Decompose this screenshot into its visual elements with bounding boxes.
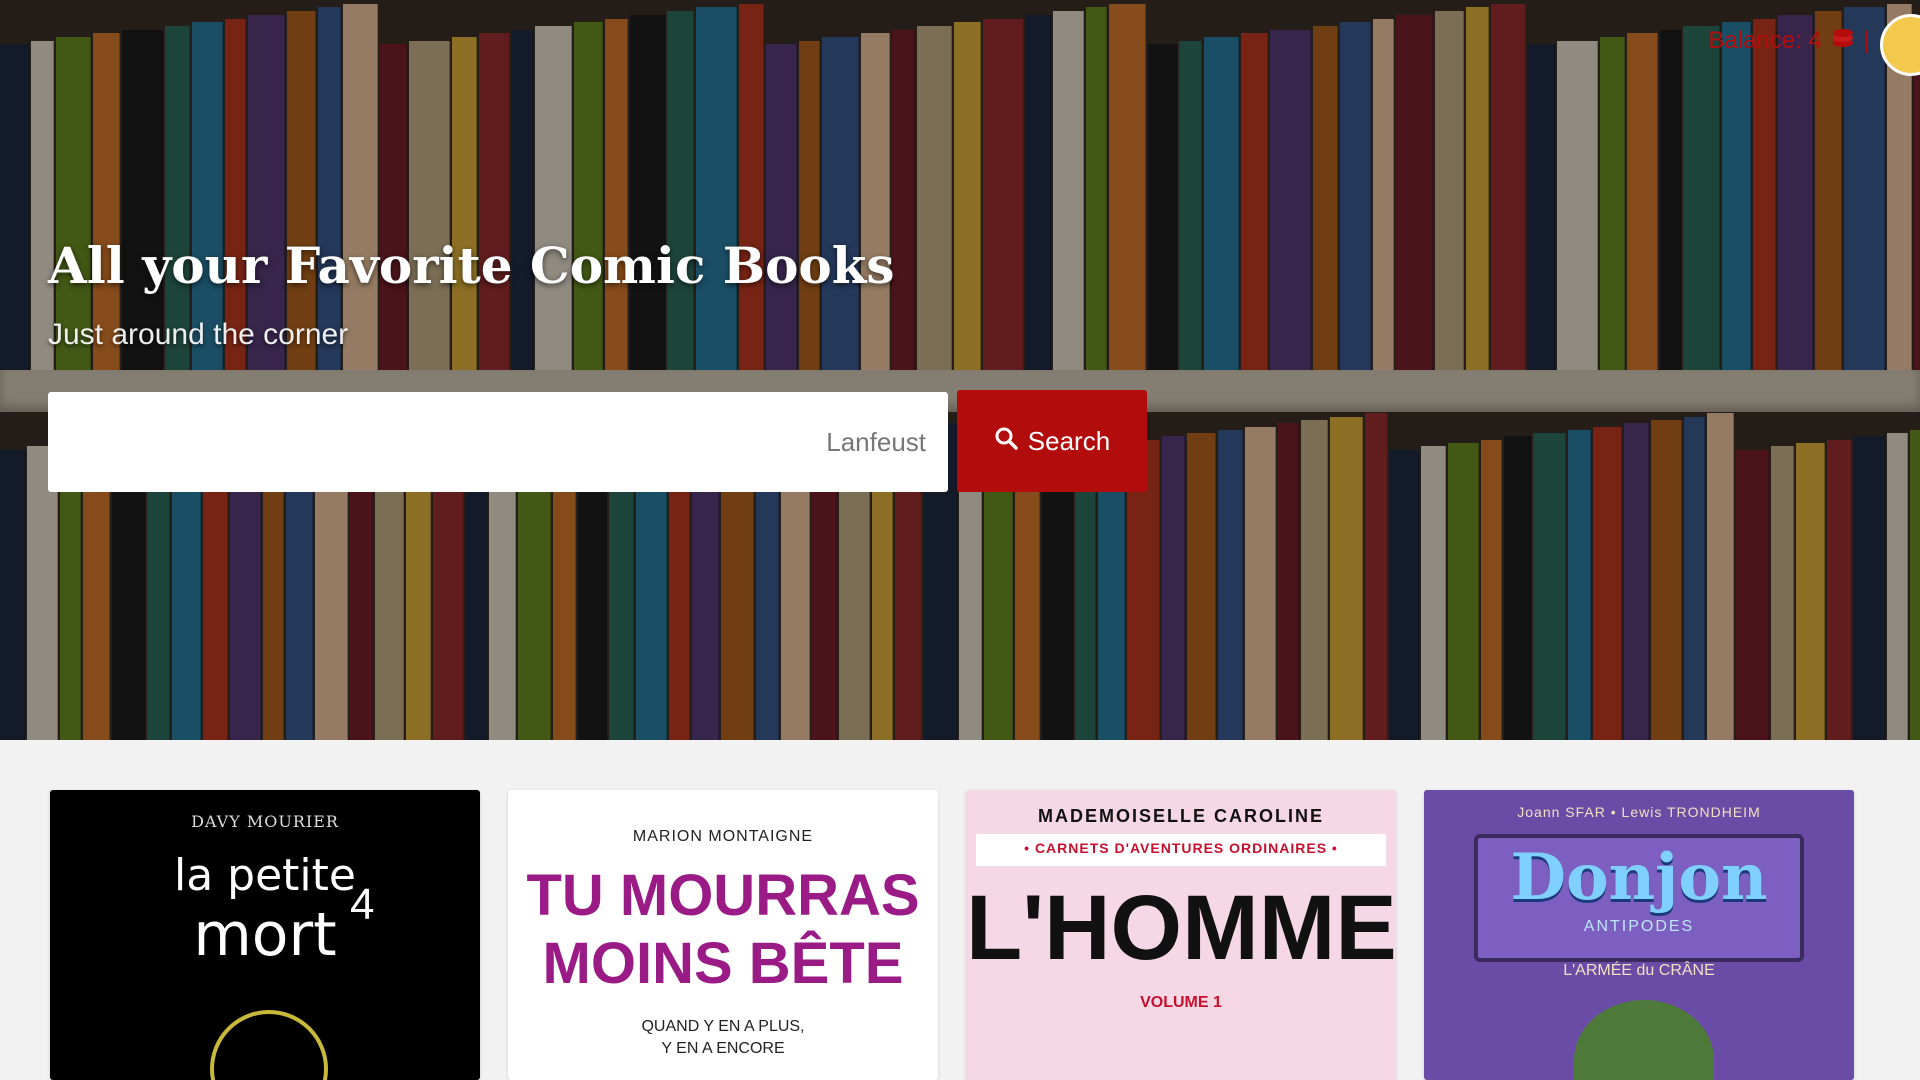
book-card[interactable]: DAVY MOURIER la petite mort 4: [50, 790, 480, 1080]
search-input[interactable]: [48, 392, 948, 492]
search-button[interactable]: Search: [957, 390, 1147, 492]
book-author: MARION MONTAIGNE: [632, 828, 814, 845]
book-title-line1: TU MOURRAS: [526, 863, 920, 928]
book-subtitle-line1: QUAND Y EN A PLUS,: [641, 1018, 805, 1035]
header-divider: |: [1863, 26, 1870, 54]
book-title-line1: la petite: [174, 850, 356, 901]
warrior-illustration: [1574, 1000, 1714, 1080]
book-title: L'HOMME: [966, 877, 1396, 979]
coins-icon: [1830, 26, 1856, 55]
hero-subtitle: Just around the corner: [48, 318, 349, 351]
hero-overlay: [0, 0, 1920, 740]
book-title: Donjon: [1510, 840, 1768, 915]
book-author: MADEMOISELLE CAROLINE: [1037, 806, 1324, 826]
book-card[interactable]: MADEMOISELLE CAROLINE • CARNETS D'AVENTU…: [966, 790, 1396, 1080]
book-subtitle-line2: Y EN A ENCORE: [661, 1040, 785, 1057]
book-title-line2: mort: [193, 900, 337, 970]
book-volume-label: VOLUME 1: [1140, 994, 1222, 1011]
skull-illustration: [210, 1010, 328, 1080]
search-icon: [994, 426, 1018, 457]
book-series: • CARNETS D'AVENTURES ORDINAIRES •: [1024, 840, 1338, 856]
balance-display[interactable]: Balance: 4 |: [1708, 26, 1870, 55]
book-card[interactable]: Joann SFAR • Lewis TRONDHEIM Donjon ANTI…: [1424, 790, 1854, 1080]
book-list: DAVY MOURIER la petite mort 4 MARION MON…: [50, 790, 1854, 1080]
book-author: DAVY MOURIER: [191, 812, 339, 831]
book-author: Joann SFAR • Lewis TRONDHEIM: [1517, 804, 1761, 820]
search-button-label: Search: [1027, 425, 1111, 456]
hero-banner: All your Favorite Comic Books Just aroun…: [0, 0, 1920, 740]
book-title-line2: MOINS BÊTE: [542, 931, 904, 996]
book-volume: 4: [350, 880, 375, 929]
hero-title: All your Favorite Comic Books: [48, 236, 895, 295]
book-subtitle: L'ARMÉE du CRÂNE: [1563, 962, 1715, 979]
book-card[interactable]: MARION MONTAIGNE TU MOURRAS MOINS BÊTE Q…: [508, 790, 938, 1080]
balance-label: Balance: 4: [1708, 26, 1822, 54]
book-series: ANTIPODES: [1583, 918, 1695, 935]
